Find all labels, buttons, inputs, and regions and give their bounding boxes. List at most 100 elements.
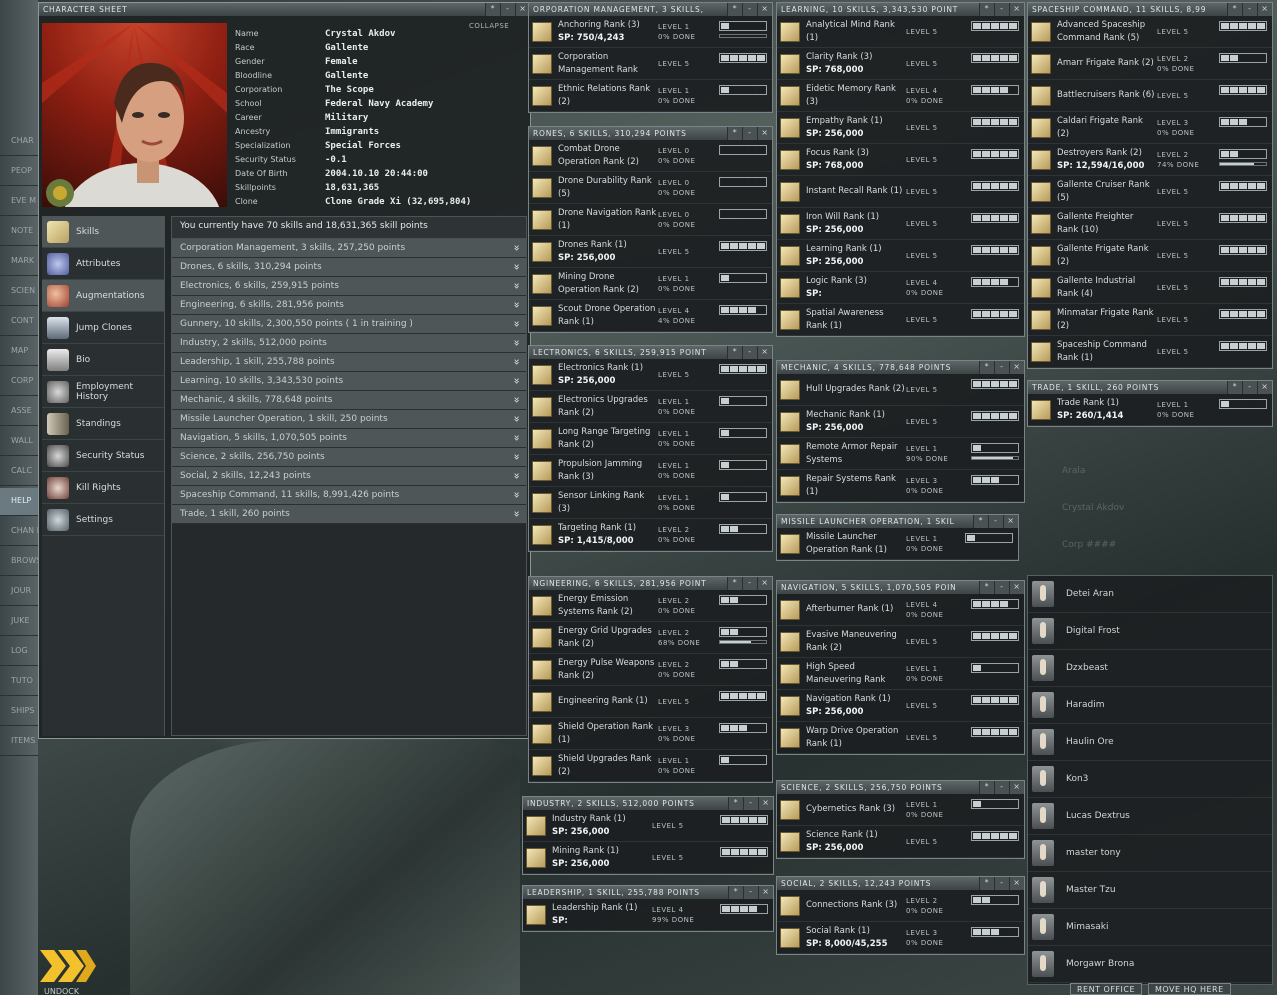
pin-icon[interactable]: *	[727, 577, 742, 590]
minimize-icon[interactable]: -	[743, 797, 758, 810]
skill-row[interactable]: Minmatar Frigate Rank (2) LEVEL 5	[1028, 304, 1272, 336]
skill-group-titlebar[interactable]: SCIENCE, 2 SKILLS, 256,750 POINTS * - ×	[777, 781, 1024, 794]
pilot-row[interactable]: Haradim	[1028, 687, 1272, 724]
minimize-icon[interactable]: -	[994, 877, 1009, 890]
pin-icon[interactable]: *	[727, 346, 742, 359]
pin-icon[interactable]: *	[979, 781, 994, 794]
pin-icon[interactable]: *	[979, 3, 994, 16]
nav-item-kill[interactable]: Kill Rights	[42, 472, 164, 504]
skill-group-row[interactable]: Mechanic, 4 skills, 778,648 points	[172, 391, 526, 410]
close-icon[interactable]: ×	[758, 797, 773, 810]
pin-icon[interactable]: *	[728, 886, 743, 899]
nav-item-employment[interactable]: Employment History	[42, 376, 164, 408]
skill-row[interactable]: Combat Drone Operation Rank (2) LEVEL 0 0%…	[529, 140, 772, 172]
neocom-item[interactable]: MAP	[0, 338, 38, 366]
nav-item-settings[interactable]: Settings	[42, 504, 164, 536]
minimize-icon[interactable]: -	[742, 346, 757, 359]
skill-group-window[interactable]: LEARNING, 10 SKILLS, 3,343,530 POINT * - × A…	[776, 2, 1025, 337]
close-icon[interactable]: ×	[757, 127, 772, 140]
skill-row[interactable]: Eidetic Memory Rank (3) LEVEL 4 0% DONE	[777, 80, 1024, 112]
skill-group-titlebar[interactable]: SPACESHIP COMMAND, 11 SKILLS, 8,99 * - ×	[1028, 3, 1272, 16]
neocom-item[interactable]: ITEMS	[0, 728, 38, 756]
close-icon[interactable]: ×	[1009, 781, 1024, 794]
skill-row[interactable]: Trade Rank (1) SP: 260/1,414 LEVEL 1 0% DON…	[1028, 394, 1272, 426]
nav-item-bio[interactable]: Bio	[42, 344, 164, 376]
skill-group-row[interactable]: Spaceship Command, 11 skills, 8,991,426 …	[172, 486, 526, 505]
skill-group-row[interactable]: Learning, 10 skills, 3,343,530 points	[172, 372, 526, 391]
skill-row[interactable]: Mining Rank (1) SP: 256,000 LEVEL 5	[523, 842, 773, 874]
skill-group-row[interactable]: Corporation Management, 3 skills, 257,25…	[172, 239, 526, 258]
skill-row[interactable]: Gallente Industrial Rank (4) LEVEL 5	[1028, 272, 1272, 304]
skill-group-titlebar[interactable]: LEARNING, 10 SKILLS, 3,343,530 POINT * - ×	[777, 3, 1024, 16]
nav-item-standings[interactable]: Standings	[42, 408, 164, 440]
neocom-item[interactable]: PEOP	[0, 158, 38, 186]
nav-item-clones[interactable]: Jump Clones	[42, 312, 164, 344]
skill-group-window[interactable]: NGINEERING, 6 SKILLS, 281,956 POINT * - × En…	[528, 576, 773, 783]
close-icon[interactable]: ×	[1009, 3, 1024, 16]
close-icon[interactable]: ×	[1257, 3, 1272, 16]
skill-row[interactable]: Energy Pulse Weapons Rank (2) LEVEL 2 0% D…	[529, 654, 772, 686]
skill-group-titlebar[interactable]: LEADERSHIP, 1 SKILL, 255,788 POINTS * - ×	[523, 886, 773, 899]
skill-row[interactable]: Amarr Frigate Rank (2) LEVEL 2 0% DONE	[1028, 48, 1272, 80]
pin-icon[interactable]: *	[979, 581, 994, 594]
skill-group-row[interactable]: Social, 2 skills, 12,243 points	[172, 467, 526, 486]
minimize-icon[interactable]: -	[994, 361, 1009, 374]
skill-row[interactable]: Ethnic Relations Rank (2) LEVEL 1 0% DONE	[529, 80, 772, 112]
skill-row[interactable]: Shield Upgrades Rank (2) LEVEL 1 0% DONE	[529, 750, 772, 782]
neocom-item[interactable]: JOUR	[0, 578, 38, 606]
pin-icon[interactable]: *	[1227, 3, 1242, 16]
minimize-icon[interactable]: -	[994, 581, 1009, 594]
minimize-icon[interactable]: -	[742, 127, 757, 140]
skill-row[interactable]: Analytical Mind Rank (1) LEVEL 5	[777, 16, 1024, 48]
close-icon[interactable]: ×	[1257, 381, 1272, 394]
skill-group-titlebar[interactable]: SOCIAL, 2 SKILLS, 12,243 POINTS * - ×	[777, 877, 1024, 890]
minimize-icon[interactable]: -	[500, 3, 515, 16]
skill-row[interactable]: Repair Systems Rank (1) LEVEL 3 0% DONE	[777, 470, 1024, 502]
skill-row[interactable]: Mining Drone Operation Rank (2) LEVEL 1 0%…	[529, 268, 772, 300]
close-icon[interactable]: ×	[1003, 515, 1018, 528]
pin-icon[interactable]: *	[973, 515, 988, 528]
neocom-item[interactable]: ASSE	[0, 398, 38, 426]
neocom-item[interactable]: BROWS	[0, 548, 38, 576]
skill-group-titlebar[interactable]: LECTRONICS, 6 SKILLS, 259,915 POINT * - ×	[529, 346, 772, 359]
skill-row[interactable]: Propulsion Jamming Rank (3) LEVEL 1 0% DON…	[529, 455, 772, 487]
pin-icon[interactable]: *	[979, 877, 994, 890]
skill-row[interactable]: Anchoring Rank (3) SP: 750/4,243 LEVEL 1 0%…	[529, 16, 772, 48]
skill-group-row[interactable]: Engineering, 6 skills, 281,956 points	[172, 296, 526, 315]
neocom-item[interactable]: CALC	[0, 458, 38, 486]
neocom-item[interactable]: CHAR	[0, 128, 38, 156]
skill-group-titlebar[interactable]: TRADE, 1 SKILL, 260 POINTS * - ×	[1028, 381, 1272, 394]
skill-group-window[interactable]: LECTRONICS, 6 SKILLS, 259,915 POINT * - × El…	[528, 345, 773, 552]
skill-group-titlebar[interactable]: ORPORATION MANAGEMENT, 3 SKILLS, * - ×	[529, 3, 772, 16]
skill-row[interactable]: Corporation Management Rank LEVEL 5	[529, 48, 772, 80]
skill-group-window[interactable]: ORPORATION MANAGEMENT, 3 SKILLS, * - × Ancho…	[528, 2, 773, 113]
pin-icon[interactable]: *	[728, 797, 743, 810]
skill-group-window[interactable]: INDUSTRY, 2 SKILLS, 512,000 POINTS * - × Ind…	[522, 796, 774, 875]
neocom-item[interactable]: WALL	[0, 428, 38, 456]
skill-group-row[interactable]: Electronics, 6 skills, 259,915 points	[172, 277, 526, 296]
nav-item-attributes[interactable]: Attributes	[42, 248, 164, 280]
skill-row[interactable]: Missile Launcher Operation Rank (1) LEVEL…	[777, 528, 1018, 560]
skill-row[interactable]: Instant Recall Rank (1) LEVEL 5	[777, 176, 1024, 208]
skill-row[interactable]: Shield Operation Rank (1) LEVEL 3 0% DONE	[529, 718, 772, 750]
minimize-icon[interactable]: -	[988, 515, 1003, 528]
minimize-icon[interactable]: -	[994, 781, 1009, 794]
close-icon[interactable]: ×	[758, 886, 773, 899]
character-sheet-window[interactable]: CHARACTER SHEET * - × COLLAPSE Name Crystal…	[38, 2, 531, 739]
skill-row[interactable]: Industry Rank (1) SP: 256,000 LEVEL 5	[523, 810, 773, 842]
skill-row[interactable]: Social Rank (1) SP: 8,000/45,255 LEVEL 3 0%…	[777, 922, 1024, 954]
skill-row[interactable]: Energy Grid Upgrades Rank (2) LEVEL 2 68% …	[529, 622, 772, 654]
skill-row[interactable]: Iron Will Rank (1) SP: 256,000 LEVEL 5	[777, 208, 1024, 240]
neocom-item[interactable]: CONT	[0, 308, 38, 336]
skill-row[interactable]: Drones Rank (1) SP: 256,000 LEVEL 5	[529, 236, 772, 268]
skill-row[interactable]: Leadership Rank (1) SP: LEVEL 4 99% DONE	[523, 899, 773, 931]
close-icon[interactable]: ×	[1009, 877, 1024, 890]
skill-group-window[interactable]: SOCIAL, 2 SKILLS, 12,243 POINTS * - × Connec…	[776, 876, 1025, 955]
close-icon[interactable]: ×	[757, 577, 772, 590]
skill-row[interactable]: Remote Armor Repair Systems LEVEL 1 90% DO…	[777, 438, 1024, 470]
skill-group-window[interactable]: SPACESHIP COMMAND, 11 SKILLS, 8,99 * - × Adv…	[1027, 2, 1273, 369]
skill-group-window[interactable]: RONES, 6 SKILLS, 310,294 POINTS * - × Combat…	[528, 126, 773, 333]
character-sheet-titlebar[interactable]: CHARACTER SHEET * - ×	[39, 3, 530, 16]
skill-group-titlebar[interactable]: MISSILE LAUNCHER OPERATION, 1 SKIL * - ×	[777, 515, 1018, 528]
skill-row[interactable]: Science Rank (1) SP: 256,000 LEVEL 5	[777, 826, 1024, 858]
